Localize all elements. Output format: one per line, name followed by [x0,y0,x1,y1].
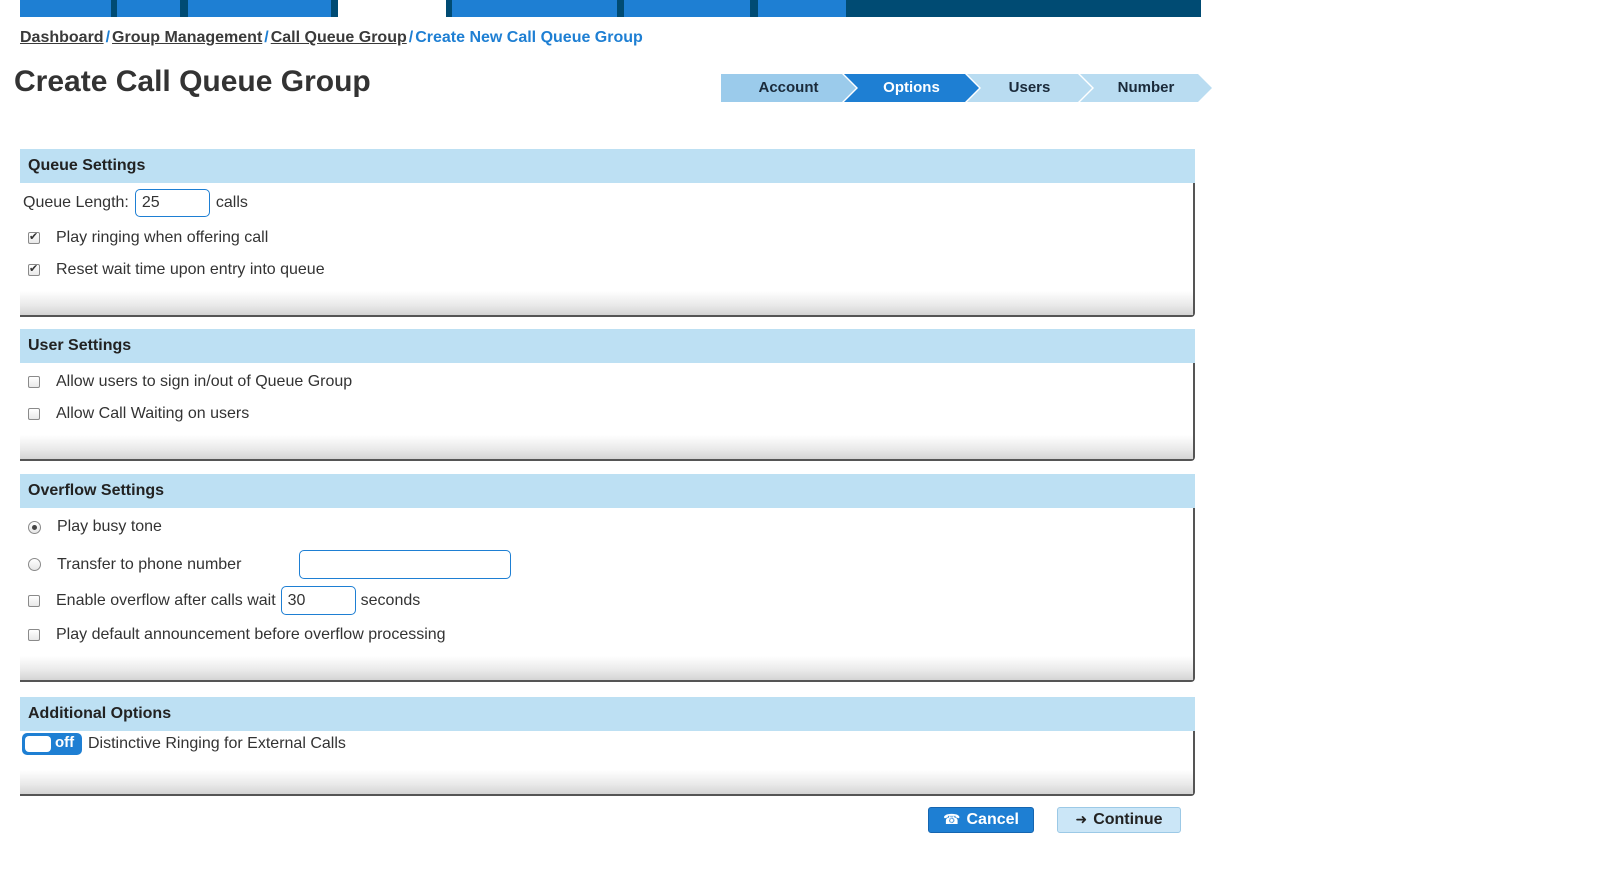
breadcrumb-call-queue-group-link[interactable]: Call Queue Group [271,29,407,46]
distinctive-ringing-row: off Distinctive Ringing for External Cal… [20,733,346,755]
play-busy-radio[interactable] [28,520,41,534]
page-title: Create Call Queue Group [14,65,371,98]
queue-settings-header: Queue Settings [20,149,1195,183]
allow-sign-label: Allow users to sign in/out of Queue Grou… [56,373,353,390]
enable-overflow-label: Enable overflow after calls wait [56,591,276,609]
play-announcement-row: Play default announcement before overflo… [20,626,446,644]
toggle-knob [25,736,51,752]
queue-length-row: Queue Length: calls [23,189,248,217]
queue-settings-panel: Queue Settings Queue Length: calls Play … [20,149,1195,317]
page: Dashboard / Group Management / Call Queue Gr… [0,0,1606,878]
overflow-settings-panel: Overflow Settings Play busy tone Transfe… [20,474,1195,682]
allow-call-waiting-label: Allow Call Waiting on users [56,405,250,422]
transfer-phone-input[interactable] [299,550,511,579]
queue-length-unit: calls [215,194,248,211]
top-nav-bar [20,0,1201,17]
user-settings-header: User Settings [20,329,1195,363]
arrow-right-icon: ➜ [1075,812,1088,828]
breadcrumb-separator: / [264,29,269,46]
continue-button[interactable]: ➜ Continue [1057,807,1181,833]
play-announcement-label: Play default announcement before overflo… [56,626,446,643]
allow-call-waiting-row: Allow Call Waiting on users [20,405,249,423]
play-busy-label: Play busy tone [57,518,162,535]
breadcrumb-separator: / [408,29,414,46]
overflow-wait-input[interactable] [280,586,356,615]
overflow-wait-unit: seconds [360,591,421,609]
wizard-steps: Account Options Users Number [721,74,1200,102]
step-users[interactable]: Users [967,74,1092,102]
step-account[interactable]: Account [721,74,856,102]
panel-footer [20,435,1193,459]
additional-options-header: Additional Options [20,697,1195,731]
reset-wait-checkbox[interactable] [28,262,40,276]
play-busy-row: Play busy tone [20,518,162,536]
phone-hangup-icon: ☎ [943,812,961,828]
enable-overflow-row: Enable overflow after calls wait seconds [20,586,420,615]
breadcrumb-group-management-link[interactable]: Group Management [112,29,262,46]
reset-wait-label: Reset wait time upon entry into queue [56,261,325,278]
transfer-radio[interactable] [28,558,41,571]
overflow-settings-header: Overflow Settings [20,474,1195,508]
step-options[interactable]: Options [844,74,979,102]
transfer-label: Transfer to phone number [57,555,242,573]
nav-tab-3[interactable] [188,0,331,17]
enable-overflow-checkbox[interactable] [28,594,40,607]
breadcrumb-current: Create New Call Queue Group [415,29,643,46]
distinctive-ringing-toggle[interactable]: off [22,733,82,755]
panel-footer [20,291,1193,315]
panel-footer [20,656,1193,680]
cancel-button[interactable]: ☎ Cancel [928,807,1034,833]
toggle-state-text: off [55,734,75,751]
cancel-button-label: Cancel [966,811,1019,828]
nav-tab-2[interactable] [117,0,180,17]
distinctive-ringing-label: Distinctive Ringing for External Calls [88,735,346,752]
transfer-row: Transfer to phone number [20,550,511,579]
continue-button-label: Continue [1093,811,1163,828]
additional-options-panel: Additional Options off Distinctive Ringi… [20,697,1195,796]
nav-tab-6[interactable] [624,0,750,17]
breadcrumb: Dashboard / Group Management / Call Queue Gr… [20,29,643,47]
play-ringing-row: Play ringing when offering call [20,229,268,247]
nav-tab-7[interactable] [758,0,846,17]
panel-footer [20,770,1193,794]
queue-length-input[interactable] [134,189,210,217]
allow-call-waiting-checkbox[interactable] [28,408,40,420]
queue-length-label: Queue Length: [23,194,129,211]
breadcrumb-dashboard-link[interactable]: Dashboard [20,29,104,46]
allow-sign-row: Allow users to sign in/out of Queue Grou… [20,373,352,391]
reset-wait-row: Reset wait time upon entry into queue [20,261,325,279]
nav-tab-5[interactable] [452,0,617,17]
play-announcement-checkbox[interactable] [28,629,40,641]
breadcrumb-separator: / [105,29,111,46]
play-ringing-label: Play ringing when offering call [56,229,269,246]
nav-tab-1[interactable] [20,0,111,17]
play-ringing-checkbox[interactable] [28,230,40,244]
allow-sign-checkbox[interactable] [28,376,40,388]
nav-tab-active[interactable] [338,0,446,17]
step-number[interactable]: Number [1080,74,1212,102]
user-settings-panel: User Settings Allow users to sign in/out… [20,329,1195,461]
